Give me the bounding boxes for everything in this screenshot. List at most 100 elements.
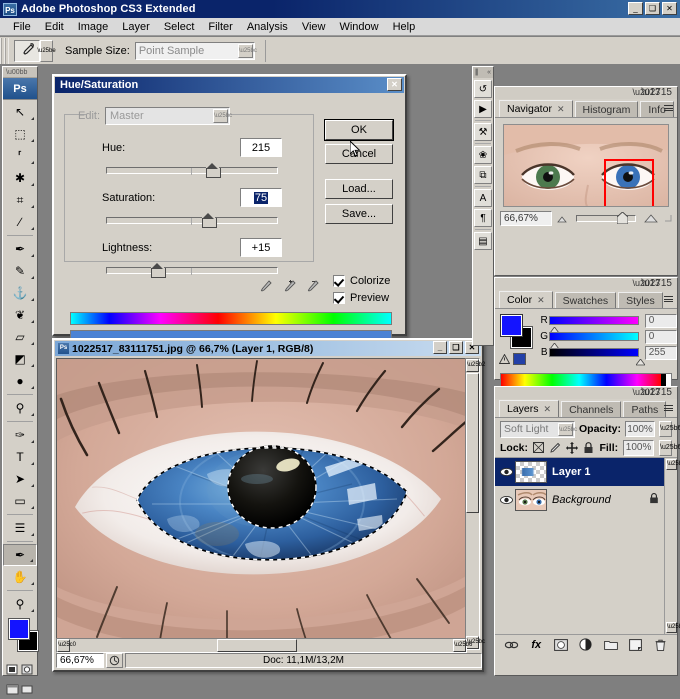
menu-view[interactable]: View [295, 20, 333, 34]
eyedropper-tool[interactable]: ✒ [3, 544, 37, 566]
layer-scroll-up-button[interactable]: \u25b2 [666, 459, 680, 470]
lightness-input[interactable]: +15 [240, 238, 282, 257]
eraser-tool[interactable]: ▱ [3, 326, 37, 348]
gradient-tool[interactable]: ◩ [3, 348, 37, 370]
close-icon[interactable]: ✕ [537, 295, 545, 306]
healing-brush-tool[interactable]: ✒ [3, 238, 37, 260]
color-foreground-swatch[interactable] [500, 314, 523, 337]
preview-checkbox[interactable] [333, 292, 345, 304]
magic-wand-tool[interactable]: ✱ [3, 167, 37, 189]
lightness-slider-thumb[interactable] [151, 263, 166, 278]
channel-slider-thumb[interactable] [549, 341, 561, 350]
layer-row[interactable]: Background [495, 486, 677, 514]
channel-value-r[interactable]: 0 [644, 313, 677, 328]
new-group-icon[interactable] [603, 637, 619, 652]
zoom-in-icon[interactable] [643, 213, 660, 224]
toolbox-grip[interactable]: \u00bb [3, 67, 37, 78]
panel-close-icon[interactable]: \u2715 [641, 87, 672, 98]
actions-panel-icon[interactable]: ▶ [474, 100, 492, 118]
panel-menu-icon[interactable] [660, 402, 674, 414]
lasso-tool[interactable]: ⸢ [3, 145, 37, 167]
new-layer-icon[interactable] [628, 637, 644, 652]
zoom-tool[interactable]: ⚲ [3, 593, 37, 615]
canvas-horizontal-scrollbar[interactable]: \u25c0 \u25b6 [56, 638, 472, 653]
close-icon[interactable]: ✕ [544, 404, 552, 415]
menu-select[interactable]: Select [157, 20, 202, 34]
scroll-up-button[interactable]: \u25b2 [466, 359, 485, 372]
tab-channels[interactable]: Channels [561, 401, 622, 417]
maximize-button[interactable]: ❑ [645, 2, 660, 15]
crop-tool[interactable]: ⌗ [3, 189, 37, 211]
channel-slider-r[interactable] [549, 316, 639, 334]
shape-tool[interactable]: ▭ [3, 490, 37, 512]
layer-visibility-icon[interactable] [497, 495, 515, 505]
menu-window[interactable]: Window [332, 20, 385, 34]
panel-menu-icon[interactable] [660, 293, 674, 305]
channel-value-g[interactable]: 0 [644, 329, 677, 344]
tool-preset-dropdown[interactable]: \u25be [37, 39, 56, 62]
close-button[interactable]: ✕ [662, 2, 677, 15]
dock-grip[interactable]: ||| « [473, 67, 493, 78]
image-canvas[interactable] [56, 358, 467, 650]
scroll-right-button[interactable]: \u25b6 [453, 639, 472, 652]
layer-list-scrollbar[interactable]: \u25b2 \u25bc [664, 458, 680, 634]
eyedropper-sample-icon[interactable] [259, 279, 273, 295]
canvas-vertical-scrollbar[interactable]: \u25b2 \u25bc [465, 358, 485, 650]
sample-size-select[interactable]: Point Sample \u25bc [134, 41, 257, 60]
vertical-scroll-thumb[interactable] [466, 373, 479, 513]
fill-input[interactable]: 100% [623, 439, 654, 456]
tab-color[interactable]: Color ✕ [499, 291, 553, 308]
eyedropper-subtract-icon[interactable] [306, 279, 320, 295]
navigator-zoom-thumb[interactable] [617, 211, 628, 224]
clone-stamp-tool[interactable]: ⚓ [3, 282, 37, 304]
collapse-dock-icon[interactable]: « [487, 69, 491, 76]
opacity-stepper[interactable]: \u25b6 [659, 421, 680, 437]
edit-channel-select[interactable]: Master \u25bc [105, 107, 232, 125]
tab-swatches[interactable]: Swatches [554, 292, 617, 308]
channel-slider-g[interactable] [549, 332, 639, 350]
screen-mode-icon[interactable] [3, 679, 37, 699]
lock-all-icon[interactable] [583, 441, 594, 455]
hue-input[interactable]: 215 [240, 138, 282, 157]
document-maximize-button[interactable]: ❑ [449, 341, 463, 354]
quick-mask-icon[interactable] [3, 659, 37, 679]
menu-help[interactable]: Help [386, 20, 423, 34]
menu-file[interactable]: File [6, 20, 38, 34]
navigator-zoom-value[interactable]: 66,67% [500, 210, 552, 226]
marquee-tool[interactable]: ⬚ [3, 123, 37, 145]
zoom-level-input[interactable]: 66,67% [56, 653, 104, 668]
opacity-input[interactable]: 100% [625, 421, 655, 437]
hue-slider-thumb[interactable] [206, 163, 221, 178]
channel-slider-thumb[interactable] [635, 357, 647, 366]
channel-value-b[interactable]: 255 [644, 345, 677, 360]
menu-edit[interactable]: Edit [38, 20, 71, 34]
tab-layers[interactable]: Layers ✕ [499, 400, 560, 417]
brush-tool[interactable]: ✎ [3, 260, 37, 282]
zoom-out-icon[interactable] [556, 213, 569, 224]
pen-tool[interactable]: ✑ [3, 424, 37, 446]
tab-navigator[interactable]: Navigator ✕ [499, 100, 573, 117]
horizontal-scroll-thumb[interactable] [217, 639, 297, 652]
layer-style-icon[interactable]: fx [528, 637, 544, 652]
menu-layer[interactable]: Layer [115, 20, 157, 34]
brushes-panel-icon[interactable]: ❀ [474, 146, 492, 164]
hand-tool[interactable]: ✋ [3, 566, 37, 588]
blur-tool[interactable]: ● [3, 370, 37, 392]
ok-button[interactable]: OK [324, 119, 394, 141]
menu-filter[interactable]: Filter [201, 20, 239, 34]
layer-comps-panel-icon[interactable]: ▤ [474, 232, 492, 250]
slice-tool[interactable]: ∕ [3, 211, 37, 233]
tab-histogram[interactable]: Histogram [574, 101, 639, 117]
character-panel-icon[interactable]: A [474, 189, 492, 207]
tool-presets-panel-icon[interactable]: ⚒ [474, 123, 492, 141]
fill-stepper[interactable]: \u25b6 [659, 439, 680, 456]
foreground-color-swatch[interactable] [8, 618, 30, 640]
lock-position-icon[interactable] [566, 441, 579, 455]
document-minimize-button[interactable]: _ [433, 341, 447, 354]
panel-menu-icon[interactable] [660, 102, 674, 114]
close-icon[interactable]: ✕ [557, 104, 565, 115]
history-panel-icon[interactable]: ↺ [474, 80, 492, 98]
move-tool[interactable]: ↖ [3, 101, 37, 123]
delete-layer-icon[interactable] [652, 637, 668, 652]
type-tool[interactable]: T [3, 446, 37, 468]
